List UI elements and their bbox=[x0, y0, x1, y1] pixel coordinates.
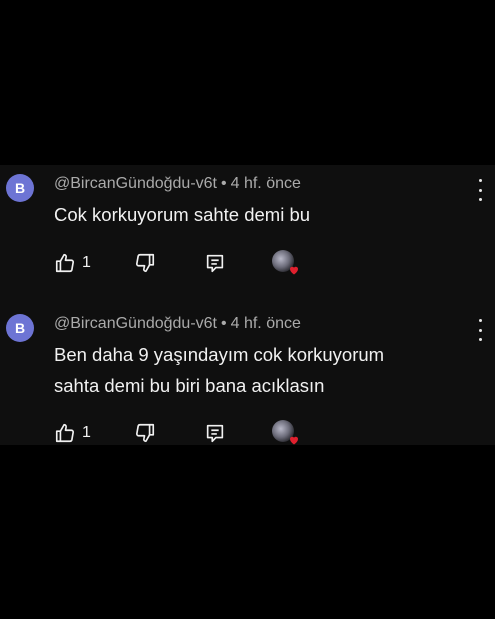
like-count: 1 bbox=[82, 424, 91, 441]
like-button[interactable]: 1 bbox=[54, 420, 91, 446]
like-button[interactable]: 1 bbox=[54, 250, 91, 276]
thumbs-up-icon bbox=[55, 253, 75, 273]
comments-panel: B @BircanGündoğdu-v6t • 4 hf. önce Cok kor… bbox=[0, 165, 495, 445]
creator-heart-icon bbox=[290, 266, 298, 275]
comment-text: Ben daha 9 yaşındayım cok korkuyorum sah… bbox=[54, 339, 454, 401]
reply-button[interactable] bbox=[204, 420, 226, 446]
comment-author[interactable]: @BircanGündoğdu-v6t bbox=[54, 175, 217, 192]
thumbs-down-icon bbox=[135, 423, 155, 443]
comment-text-line: Ben daha 9 yaşındayım cok korkuyorum bbox=[54, 344, 385, 365]
more-vert-icon[interactable] bbox=[474, 179, 486, 201]
comment-time: 4 hf. önce bbox=[230, 175, 301, 192]
reply-icon bbox=[206, 424, 224, 443]
avatar[interactable]: B bbox=[6, 174, 34, 202]
creator-avatar bbox=[272, 420, 298, 445]
comment-meta: @BircanGündoğdu-v6t • 4 hf. önce bbox=[54, 315, 301, 333]
comment-meta: @BircanGündoğdu-v6t • 4 hf. önce bbox=[54, 175, 301, 193]
avatar-letter: B bbox=[14, 320, 26, 336]
avatar-letter: B bbox=[14, 180, 26, 196]
thumbs-down-icon bbox=[135, 253, 155, 273]
creator-heart-icon bbox=[290, 436, 298, 445]
comment-time: 4 hf. önce bbox=[230, 315, 301, 332]
comment-author[interactable]: @BircanGündoğdu-v6t bbox=[54, 315, 217, 332]
creator-avatar bbox=[272, 250, 298, 275]
like-count: 1 bbox=[82, 254, 91, 271]
comment-text-line: Cok korkuyorum sahte demi bu bbox=[54, 204, 311, 225]
reply-icon bbox=[206, 254, 224, 273]
thumbs-up-icon bbox=[55, 423, 75, 443]
dislike-button[interactable] bbox=[134, 250, 156, 276]
reply-button[interactable] bbox=[204, 250, 226, 276]
meta-separator: • bbox=[221, 175, 227, 192]
meta-separator: • bbox=[221, 315, 227, 332]
avatar[interactable]: B bbox=[6, 314, 34, 342]
comment-text-line: sahta demi bu biri bana acıklasın bbox=[54, 375, 325, 396]
dislike-button[interactable] bbox=[134, 420, 156, 446]
comment-text: Cok korkuyorum sahte demi bu bbox=[54, 199, 454, 230]
more-vert-icon[interactable] bbox=[474, 319, 486, 341]
